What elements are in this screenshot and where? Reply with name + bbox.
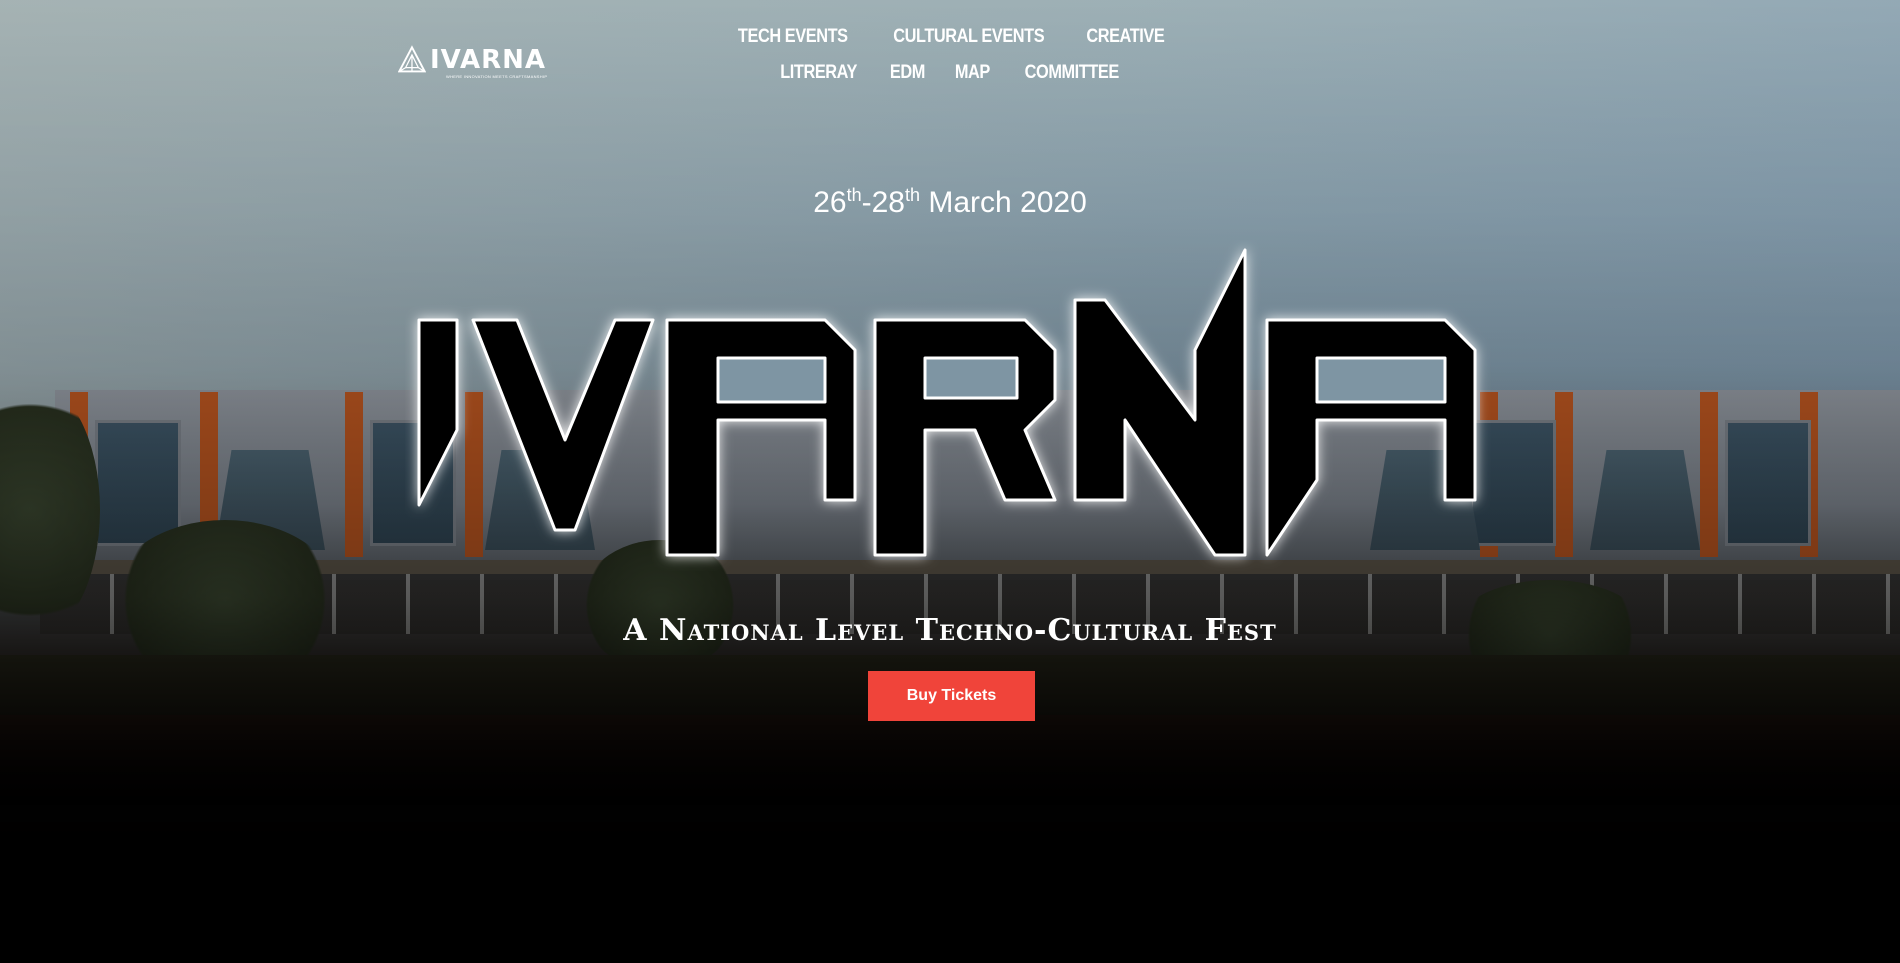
main-navigation: TECH EVENTS CULTURAL EVENTS CREATIVE LIT… — [690, 22, 1210, 88]
nav-cultural-events[interactable]: CULTURAL EVENTS — [893, 22, 1044, 52]
nav-literary[interactable]: LITRERAY — [780, 58, 857, 88]
event-date: 26th-28th March 2020 — [813, 185, 1087, 219]
hero-section: IVARNA WHERE INNOVATION MEETS CRAFTSMANS… — [0, 0, 1900, 963]
hero-tagline: A National Level Techno-Cultural Fest — [623, 613, 1277, 648]
nav-committee[interactable]: COMMITTEE — [1024, 58, 1119, 88]
logo-tagline: WHERE INNOVATION MEETS CRAFTSMANSHIP — [446, 74, 548, 79]
ivarna-title — [417, 248, 1477, 557]
triangle-logo-icon — [398, 45, 426, 73]
nav-edm[interactable]: EDM — [890, 58, 925, 88]
nav-creative[interactable]: CREATIVE — [1087, 22, 1165, 52]
site-logo[interactable]: IVARNA WHERE INNOVATION MEETS CRAFTSMANS… — [398, 38, 548, 82]
logo-wordmark: IVARNA — [429, 45, 546, 75]
buy-tickets-button[interactable]: Buy Tickets — [868, 671, 1035, 721]
nav-map[interactable]: MAP — [955, 58, 990, 88]
nav-tech-events[interactable]: TECH EVENTS — [738, 22, 848, 52]
